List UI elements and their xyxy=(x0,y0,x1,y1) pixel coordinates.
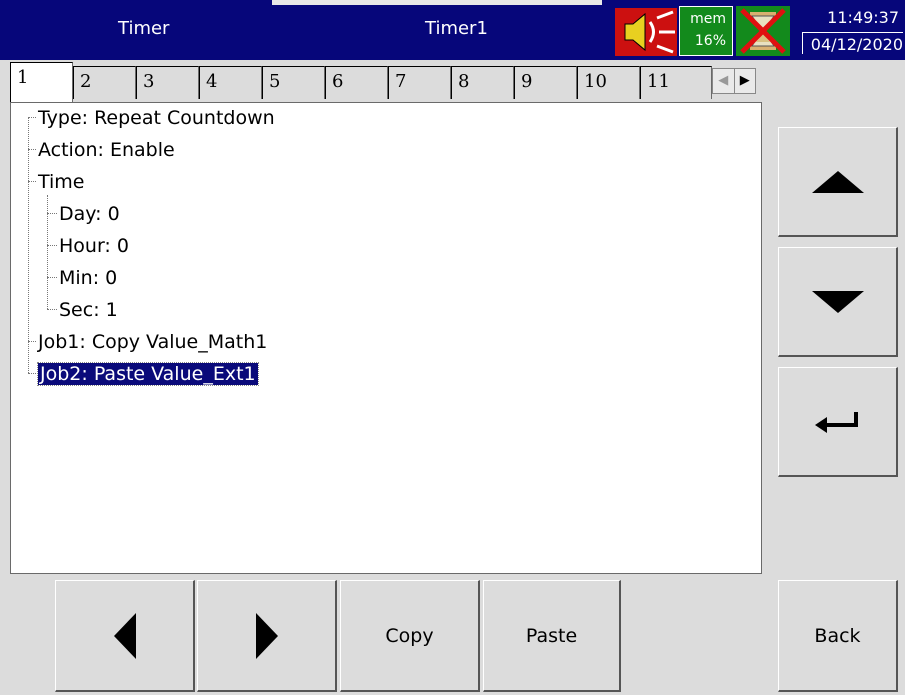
clock-date: 04/12/2020 xyxy=(802,32,903,54)
memory-label: mem xyxy=(690,11,726,27)
tab-11[interactable]: 11 xyxy=(640,66,712,99)
arrow-right-icon xyxy=(255,612,278,659)
tree-item-day[interactable]: Day: 0 xyxy=(59,203,120,225)
tab-strip: 1 2 3 4 5 6 7 8 9 10 11 xyxy=(10,62,760,102)
arrow-down-icon xyxy=(811,290,864,313)
memory-value: 16% xyxy=(694,33,726,49)
title-strip xyxy=(272,0,602,5)
tree-item-job2[interactable]: Job2: Paste Value_Ext1 xyxy=(37,362,259,386)
title-bar: Timer Timer1 mem 16% 11:49:37 04/12/2020 xyxy=(0,0,905,60)
tab-scroll-left-icon[interactable]: ◀ xyxy=(713,69,734,93)
tab-10[interactable]: 10 xyxy=(577,66,640,99)
tab-6[interactable]: 6 xyxy=(325,66,388,99)
clock-time: 11:49:37 xyxy=(827,8,899,27)
scroll-up-button[interactable] xyxy=(778,127,898,237)
timer-config-tree: Type: Repeat Countdown Action: Enable Ti… xyxy=(10,102,762,574)
memory-indicator: mem 16% xyxy=(679,6,733,56)
enter-icon xyxy=(814,411,858,433)
next-button[interactable] xyxy=(197,580,337,692)
tree-item-action[interactable]: Action: Enable xyxy=(38,139,175,161)
speaker-icon[interactable] xyxy=(615,8,677,56)
tree-item-type[interactable]: Type: Repeat Countdown xyxy=(38,107,275,129)
tab-8[interactable]: 8 xyxy=(451,66,514,99)
tree-connector xyxy=(28,149,36,150)
tab-2[interactable]: 2 xyxy=(73,66,136,99)
tab-scroll-right-icon[interactable]: ▶ xyxy=(733,69,756,93)
tree-connector xyxy=(28,117,36,118)
arrow-up-icon xyxy=(811,170,864,193)
hourglass-disabled-icon[interactable] xyxy=(736,6,790,56)
scroll-down-button[interactable] xyxy=(778,247,898,357)
tab-9[interactable]: 9 xyxy=(514,66,577,99)
tree-connector xyxy=(28,181,36,182)
tree-connector xyxy=(28,341,36,342)
tree-connector xyxy=(47,277,57,278)
tab-scroll-arrows: ◀ ▶ xyxy=(712,68,756,94)
tree-item-sec[interactable]: Sec: 1 xyxy=(59,299,118,321)
timer-name: Timer1 xyxy=(425,18,488,39)
clock: 11:49:37 04/12/2020 xyxy=(797,6,903,56)
back-button[interactable]: Back xyxy=(778,580,898,692)
tab-1[interactable]: 1 xyxy=(10,62,73,102)
tree-item-job1[interactable]: Job1: Copy Value_Math1 xyxy=(38,331,267,353)
screen-title: Timer xyxy=(118,18,170,39)
paste-button[interactable]: Paste xyxy=(483,580,621,692)
tree-item-min[interactable]: Min: 0 xyxy=(59,267,117,289)
enter-button[interactable] xyxy=(778,367,898,477)
tree-connector xyxy=(28,117,29,373)
tab-7[interactable]: 7 xyxy=(388,66,451,99)
tab-5[interactable]: 5 xyxy=(262,66,325,99)
previous-button[interactable] xyxy=(55,580,195,692)
tree-connector xyxy=(47,309,57,310)
tree-item-hour[interactable]: Hour: 0 xyxy=(59,235,129,257)
tab-4[interactable]: 4 xyxy=(199,66,262,99)
copy-button[interactable]: Copy xyxy=(340,580,480,692)
arrow-left-icon xyxy=(113,612,136,659)
tree-connector xyxy=(28,373,36,374)
tree-item-time[interactable]: Time xyxy=(38,171,85,193)
tree-connector xyxy=(47,245,57,246)
tab-3[interactable]: 3 xyxy=(136,66,199,99)
tree-connector xyxy=(47,213,57,214)
